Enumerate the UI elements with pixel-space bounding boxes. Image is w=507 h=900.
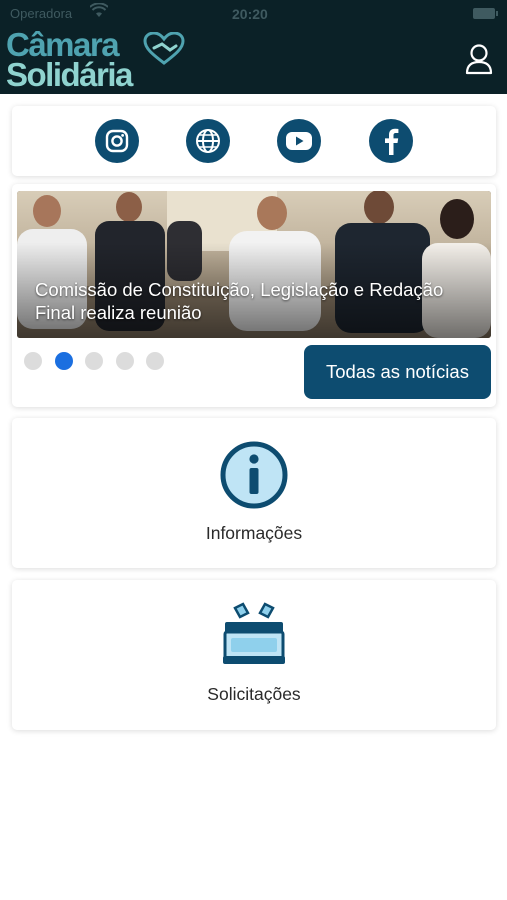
carousel-dot-active[interactable] bbox=[55, 352, 73, 370]
carousel-dot[interactable] bbox=[24, 352, 42, 370]
website-button[interactable] bbox=[186, 119, 230, 163]
facebook-button[interactable] bbox=[369, 119, 413, 163]
app-header: Operadora 20:20 Câmara Solidária bbox=[0, 0, 507, 94]
carousel-dot[interactable] bbox=[85, 352, 103, 370]
globe-icon bbox=[196, 129, 220, 153]
carousel-dot[interactable] bbox=[146, 352, 164, 370]
facebook-icon bbox=[385, 128, 399, 155]
carrier-label: Operadora bbox=[10, 6, 73, 21]
instagram-button[interactable] bbox=[95, 119, 139, 163]
requests-menu-card[interactable]: Solicitações bbox=[12, 580, 496, 730]
news-card: Comissão de Constituição, Legislação e R… bbox=[12, 184, 496, 407]
ballot-box-icon bbox=[223, 602, 285, 664]
news-headline: Comissão de Constituição, Legislação e R… bbox=[35, 279, 444, 323]
info-menu-card[interactable]: Informações bbox=[12, 418, 496, 568]
info-label: Informações bbox=[205, 523, 303, 543]
news-slide[interactable]: Comissão de Constituição, Legislação e R… bbox=[17, 191, 491, 338]
wifi-icon bbox=[89, 2, 109, 22]
logo-text-line2: Solidária bbox=[6, 56, 133, 93]
app-logo: Câmara Solidária bbox=[6, 28, 196, 92]
youtube-icon bbox=[286, 132, 312, 150]
carousel-dot[interactable] bbox=[116, 352, 134, 370]
status-time: 20:20 bbox=[232, 6, 268, 22]
youtube-button[interactable] bbox=[277, 119, 321, 163]
requests-label: Solicitações bbox=[207, 684, 301, 704]
status-bar: Operadora 20:20 bbox=[0, 0, 507, 26]
info-icon bbox=[220, 441, 288, 509]
instagram-icon bbox=[105, 129, 129, 153]
battery-icon bbox=[473, 8, 498, 19]
user-profile-button[interactable] bbox=[458, 40, 500, 80]
social-links-card bbox=[12, 106, 496, 176]
all-news-button[interactable]: Todas as notícias bbox=[304, 345, 491, 399]
user-icon bbox=[465, 44, 493, 75]
heart-hands-icon bbox=[143, 32, 185, 65]
